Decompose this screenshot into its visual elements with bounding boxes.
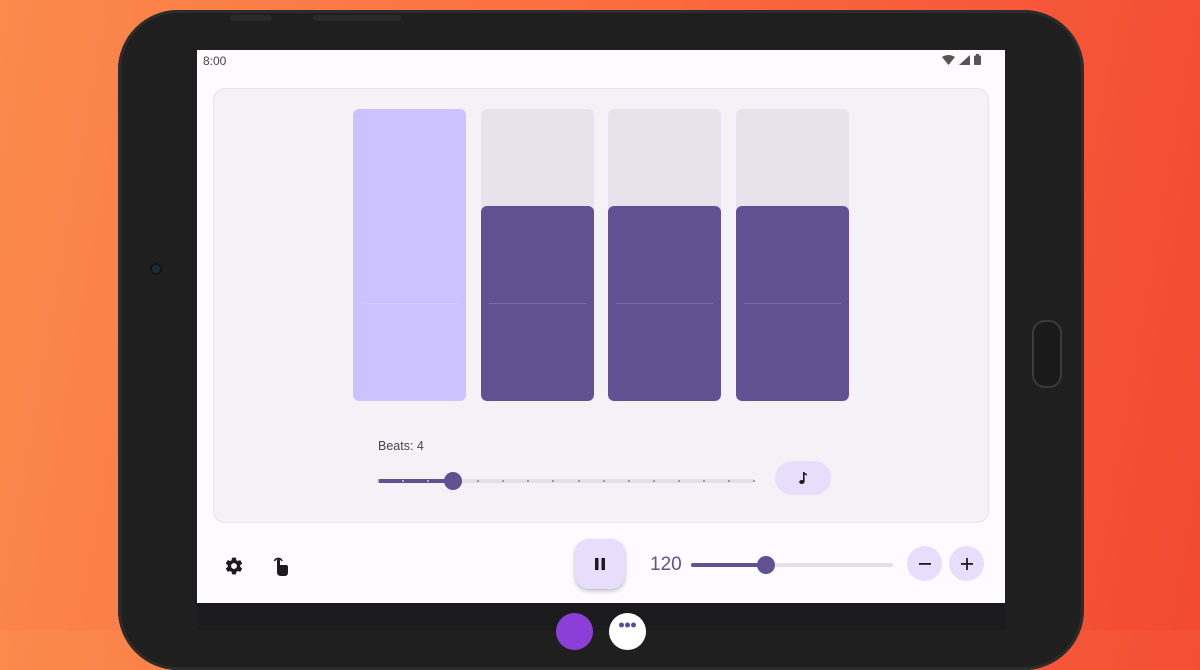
- wifi-icon: [942, 54, 955, 65]
- slider-tick: [627, 480, 630, 482]
- settings-button[interactable]: [221, 553, 247, 579]
- taskbar-app-metronome[interactable]: [556, 613, 593, 650]
- pause-button[interactable]: [575, 539, 625, 589]
- app-screen: 8:00 Beats: 4 120: [197, 50, 1005, 603]
- cell-signal-icon: [959, 54, 970, 65]
- tempo-value: 120: [650, 554, 682, 575]
- slider-tick: [577, 480, 580, 482]
- plus-icon: [960, 557, 973, 570]
- tempo-slider-thumb[interactable]: [756, 556, 775, 574]
- beat-divider: [488, 303, 586, 304]
- tap-icon: [273, 557, 288, 576]
- home-button: [1032, 320, 1062, 388]
- tap-tempo-button[interactable]: [267, 552, 295, 580]
- beat-cell[interactable]: [480, 109, 594, 401]
- taskbar-app-drawer[interactable]: [609, 613, 646, 650]
- slider-tick: [727, 480, 730, 482]
- slider-tick: [377, 480, 379, 482]
- bottom-controls: 120: [197, 536, 1005, 596]
- gear-icon: [225, 557, 243, 575]
- status-bar: 8:00: [197, 50, 1005, 70]
- music-note-icon: [799, 472, 807, 484]
- tempo-slider-active: [691, 563, 766, 567]
- beats-slider-thumb[interactable]: [444, 472, 463, 490]
- slider-tick: [677, 480, 680, 482]
- beats-slider-active: [378, 479, 454, 483]
- beat-divider: [361, 303, 458, 304]
- front-camera: [152, 265, 160, 273]
- beat-level-fill: [353, 109, 466, 401]
- slider-tick: [652, 480, 655, 482]
- beat-divider: [616, 303, 713, 304]
- slider-tick: [602, 480, 605, 482]
- battery-icon: [974, 54, 981, 65]
- pause-icon: [595, 558, 605, 570]
- metronome-card: Beats: 4: [213, 88, 989, 523]
- more-icon: [619, 622, 636, 628]
- slider-tick: [753, 480, 755, 482]
- navigation-bar: [197, 603, 1005, 650]
- increase-tempo-button[interactable]: [949, 546, 984, 581]
- volume-button: [230, 15, 272, 21]
- status-icons: [942, 54, 981, 65]
- slider-tick: [702, 480, 705, 482]
- beat-cell[interactable]: [608, 109, 721, 401]
- decrease-tempo-button[interactable]: [907, 546, 942, 581]
- beat-divider: [743, 303, 841, 304]
- minus-icon: [918, 562, 931, 565]
- power-button: [313, 15, 401, 21]
- beats-label: Beats: 4: [378, 439, 424, 453]
- sound-button[interactable]: [775, 461, 831, 495]
- status-time: 8:00: [203, 54, 227, 68]
- beat-cell[interactable]: [735, 109, 849, 401]
- beat-cell[interactable]: [353, 109, 466, 401]
